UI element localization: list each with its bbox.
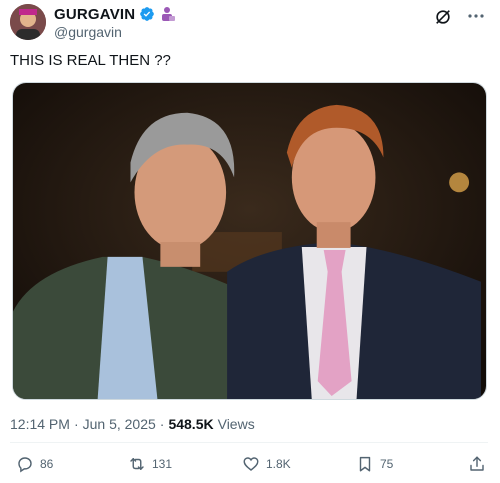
tweet-date[interactable]: Jun 5, 2025 (83, 416, 156, 432)
repost-icon (128, 455, 146, 473)
affiliate-badge-icon (159, 6, 176, 22)
avatar[interactable] (10, 4, 46, 40)
author-display-name[interactable]: GURGAVIN (54, 6, 135, 23)
tweet-meta: 12:14 PM · Jun 5, 2025 · 548.5K Views (10, 416, 255, 432)
views-count: 548.5K (168, 416, 214, 432)
reply-count: 86 (40, 457, 54, 471)
divider (10, 442, 488, 443)
tweet-media-photo[interactable] (12, 82, 487, 400)
bookmark-count: 75 (380, 457, 394, 471)
like-button[interactable]: 1.8K (242, 454, 291, 474)
grok-icon[interactable] (434, 8, 452, 26)
reply-icon (16, 455, 34, 473)
share-button[interactable] (468, 454, 486, 474)
meta-separator: · (73, 416, 79, 432)
tweet-actions: 86 131 1.8K 75 (10, 454, 488, 476)
repost-count: 131 (152, 457, 173, 471)
like-count: 1.8K (266, 457, 291, 471)
tweet-header: GURGAVIN @gurgavin (10, 4, 490, 44)
share-icon (468, 455, 486, 473)
reply-button[interactable]: 86 (16, 454, 53, 474)
repost-button[interactable]: 131 (128, 454, 172, 474)
verified-badge-icon (139, 6, 155, 22)
tweet-text: THIS IS REAL THEN ?? (10, 52, 171, 69)
author-handle[interactable]: @gurgavin (54, 24, 122, 40)
like-icon (242, 455, 260, 473)
author-name-line: GURGAVIN (54, 6, 176, 23)
bookmark-button[interactable]: 75 (356, 454, 393, 474)
bookmark-icon (356, 455, 374, 473)
views-label: Views (217, 416, 255, 432)
meta-separator: · (159, 416, 165, 432)
tweet-time[interactable]: 12:14 PM (10, 416, 70, 432)
more-icon[interactable] (466, 6, 486, 26)
